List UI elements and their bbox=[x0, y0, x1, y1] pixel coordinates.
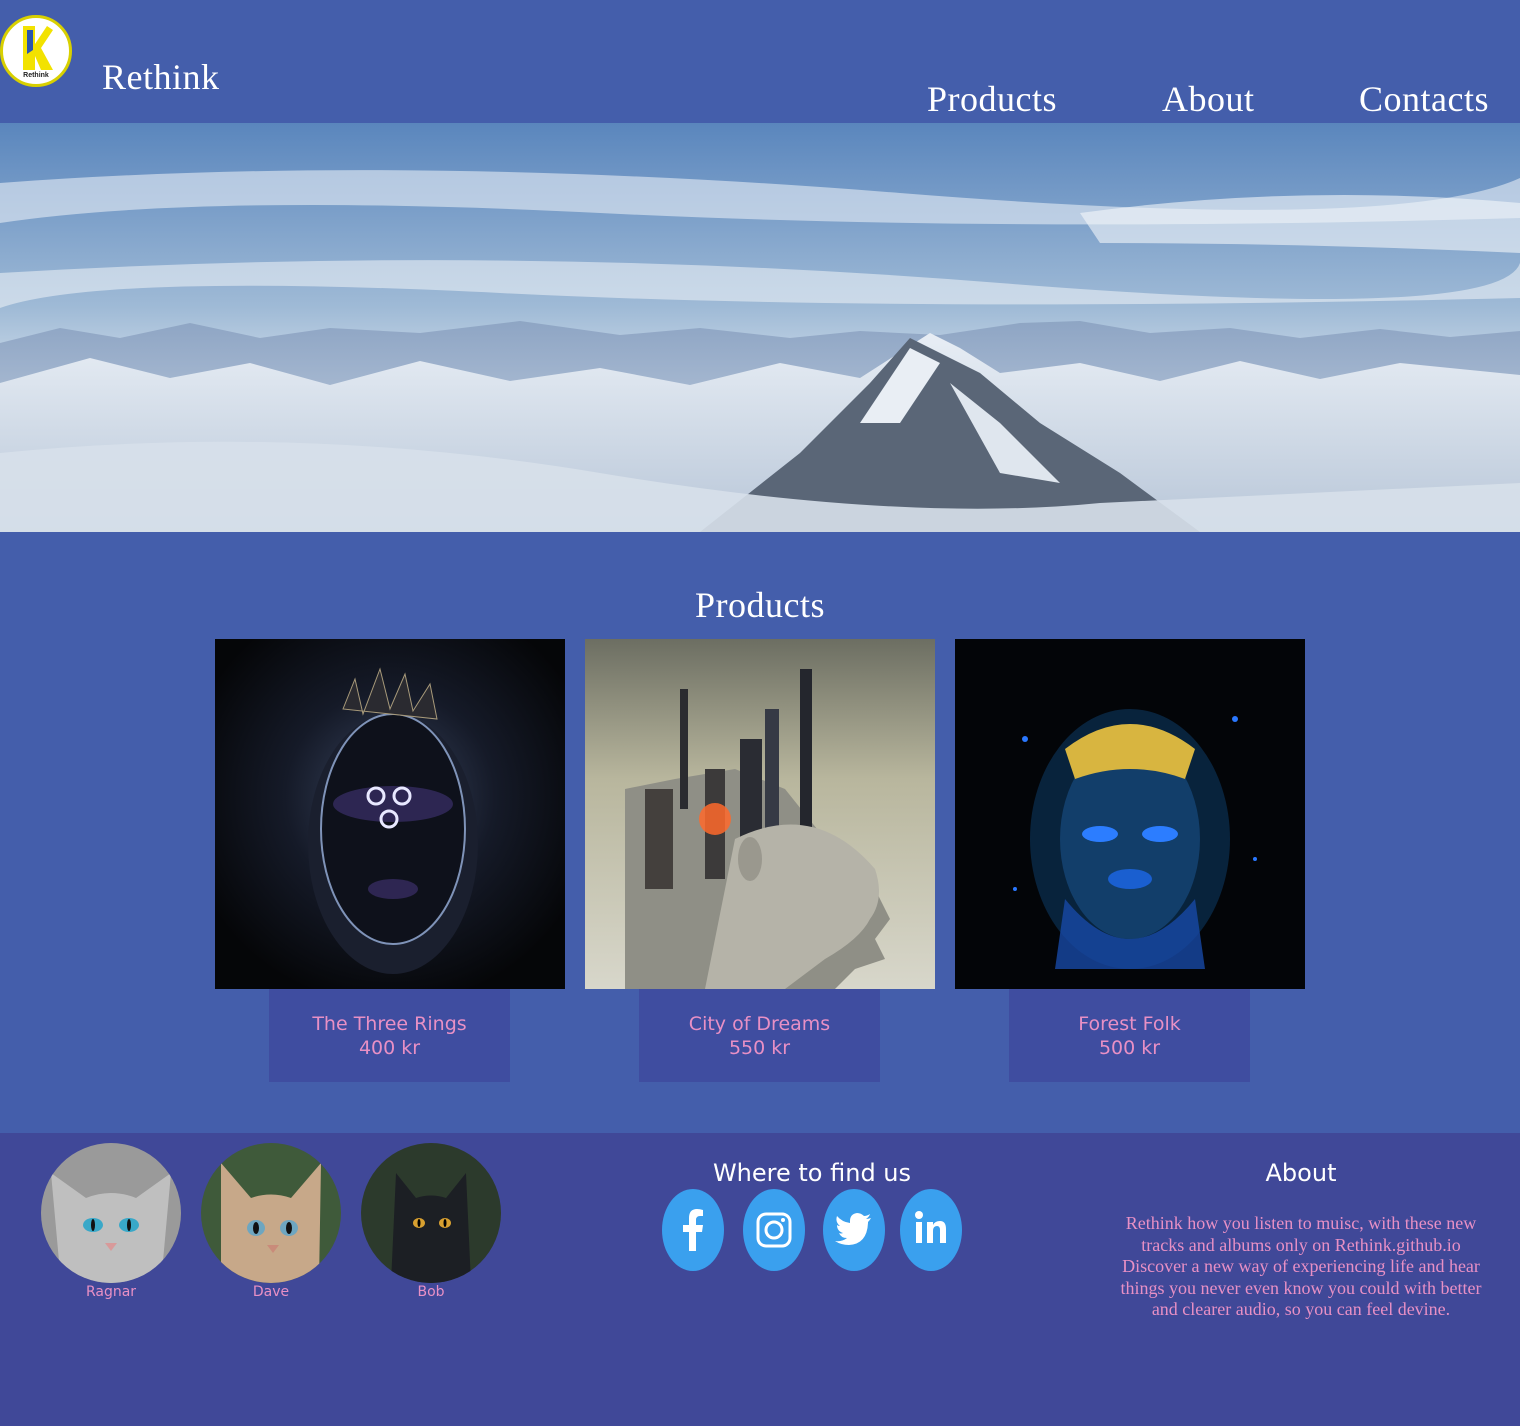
where-to-find-us-heading: Where to find us bbox=[712, 1159, 912, 1187]
site-footer: Ragnar Dave Bob Where to find us About R… bbox=[0, 1133, 1520, 1426]
team-member-name: Ragnar bbox=[85, 1284, 137, 1300]
product-card-info[interactable]: City of Dreams 550 kr bbox=[639, 989, 880, 1082]
product-price: 500 kr bbox=[1098, 1037, 1161, 1059]
instagram-link[interactable] bbox=[743, 1189, 805, 1271]
nav-about[interactable]: About bbox=[1162, 78, 1255, 120]
hero-mountain-image bbox=[0, 123, 1520, 532]
nav-products[interactable]: Products bbox=[927, 78, 1057, 120]
about-heading: About bbox=[1265, 1159, 1337, 1187]
facebook-icon bbox=[683, 1209, 703, 1251]
avatar bbox=[201, 1143, 341, 1283]
logo-text: Rethink bbox=[23, 72, 49, 79]
product-image-city-of-dreams[interactable] bbox=[585, 639, 935, 989]
linkedin-link[interactable] bbox=[900, 1189, 962, 1271]
avatar bbox=[361, 1143, 501, 1283]
instagram-icon bbox=[756, 1212, 792, 1248]
twitter-link[interactable] bbox=[823, 1189, 885, 1271]
product-card-info[interactable]: The Three Rings 400 kr bbox=[269, 989, 510, 1082]
avatar bbox=[41, 1143, 181, 1283]
product-name: The Three Rings bbox=[312, 1013, 467, 1035]
team-member-name: Dave bbox=[252, 1284, 290, 1300]
product-name: City of Dreams bbox=[688, 1013, 831, 1035]
product-image-three-rings[interactable] bbox=[215, 639, 565, 989]
site-header: Rethink Rethink Products About Contacts bbox=[0, 0, 1520, 123]
product-price: 550 kr bbox=[728, 1037, 791, 1059]
team-member-name: Bob bbox=[417, 1284, 445, 1300]
product-price: 400 kr bbox=[358, 1037, 421, 1059]
facebook-link[interactable] bbox=[662, 1189, 724, 1271]
brand-name[interactable]: Rethink bbox=[102, 56, 220, 98]
product-name: Forest Folk bbox=[1078, 1013, 1181, 1035]
nav-contacts[interactable]: Contacts bbox=[1359, 78, 1489, 120]
twitter-icon bbox=[835, 1213, 871, 1245]
product-image-forest-folk[interactable] bbox=[955, 639, 1305, 989]
linkedin-icon bbox=[915, 1211, 946, 1243]
rethink-logo[interactable]: Rethink bbox=[0, 15, 72, 87]
products-heading: Products bbox=[695, 585, 825, 625]
k-logo-icon bbox=[23, 26, 53, 70]
product-card-info[interactable]: Forest Folk 500 kr bbox=[1009, 989, 1250, 1082]
about-text: Rethink how you listen to muisc, with th… bbox=[1120, 1213, 1482, 1319]
